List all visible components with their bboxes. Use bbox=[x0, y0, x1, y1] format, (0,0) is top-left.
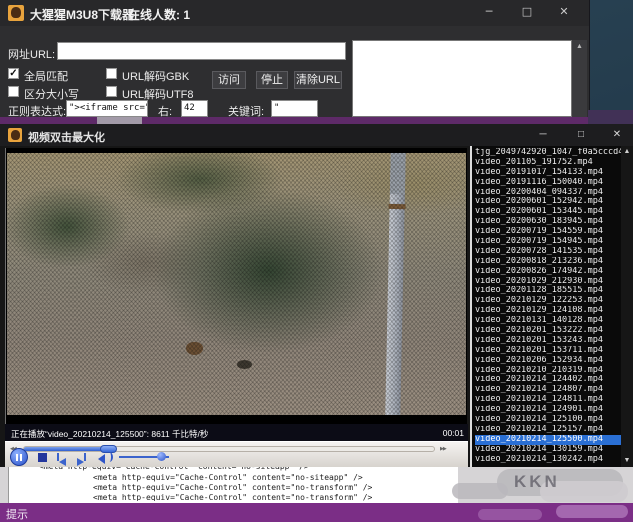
now-playing-text: 正在播放“video_20210214_125500”: 8611 千比特/秒 bbox=[11, 428, 208, 440]
main-window: 大猩猩M3U8下载器 在线人数: 1 ─ □ ✕ 网址URL: ▲ ✓ 全局匹配… bbox=[0, 0, 590, 117]
stop-playback-button[interactable] bbox=[38, 453, 47, 462]
desktop: 大猩猩M3U8下载器 在线人数: 1 ─ □ ✕ 网址URL: ▲ ✓ 全局匹配… bbox=[0, 0, 633, 522]
html-source-panel[interactable]: <meta http-equiv="Cache-Control" content… bbox=[8, 467, 458, 503]
video-titlebar[interactable]: 视频双击最大化 ─ □ ✕ bbox=[0, 124, 633, 146]
url-input[interactable] bbox=[57, 42, 346, 60]
list-item[interactable]: video_20210129_122253.mp4 bbox=[475, 296, 621, 306]
minimize-icon[interactable]: ─ bbox=[528, 124, 558, 146]
list-item[interactable]: video_20210214_125157.mp4 bbox=[475, 425, 621, 435]
regex-input[interactable]: "><iframe src=" bbox=[66, 100, 148, 117]
results-scrollbar[interactable]: ▲ bbox=[572, 40, 587, 117]
scroll-up-icon[interactable]: ▲ bbox=[621, 148, 633, 155]
scroll-up-icon[interactable]: ▲ bbox=[572, 43, 587, 50]
volume-thumb[interactable] bbox=[157, 452, 166, 461]
status-bar: 提示 bbox=[0, 503, 633, 522]
bottom-panel: <meta http-equiv="Cache-Control" content… bbox=[0, 467, 633, 503]
mesh-net-overlay bbox=[7, 153, 466, 415]
list-item[interactable]: video_20210214_125500.mp4 bbox=[475, 435, 621, 445]
list-item[interactable]: video_20210214_124901.mp4 bbox=[475, 405, 621, 415]
list-item[interactable]: tjg_2049742920_1047_f0a5cccd49 bbox=[475, 148, 621, 158]
video-display[interactable] bbox=[5, 148, 467, 424]
results-textarea[interactable] bbox=[352, 40, 572, 117]
file-list-scrollbar[interactable]: ▲ ▼ bbox=[621, 146, 633, 467]
list-item[interactable]: video_20210129_124108.mp4 bbox=[475, 306, 621, 316]
close-icon[interactable]: ✕ bbox=[602, 124, 632, 146]
list-item[interactable]: video_20200818_213236.mp4 bbox=[475, 257, 621, 267]
list-item[interactable]: video_20191017_154133.mp4 bbox=[475, 168, 621, 178]
watermark-blob bbox=[452, 483, 508, 499]
list-item[interactable]: video_20210214_125100.mp4 bbox=[475, 415, 621, 425]
maximize-icon[interactable]: □ bbox=[512, 0, 542, 24]
desktop-purple-block bbox=[588, 110, 633, 124]
watermark-text: KKN bbox=[514, 472, 560, 492]
keyword-input[interactable]: " bbox=[271, 100, 318, 117]
list-item[interactable]: video_20200719_154559.mp4 bbox=[475, 227, 621, 237]
list-item[interactable]: video_20210214_130159.mp4 bbox=[475, 445, 621, 455]
seek-bar[interactable] bbox=[23, 446, 435, 452]
code-line-clipped: <meta http-equiv="Cache-Control" content… bbox=[9, 493, 458, 501]
list-item[interactable]: video_20210201_153243.mp4 bbox=[475, 336, 621, 346]
maximize-icon[interactable]: □ bbox=[566, 124, 596, 146]
list-item[interactable]: video_20210206_152934.mp4 bbox=[475, 356, 621, 366]
playback-status-bar: 正在播放“video_20210214_125500”: 8611 千比特/秒 … bbox=[5, 424, 468, 441]
checkbox-global-match[interactable]: ✓ bbox=[8, 68, 19, 79]
video-frame bbox=[7, 153, 466, 415]
video-window-title: 视频双击最大化 bbox=[28, 129, 105, 145]
elapsed-time: 00:01 bbox=[443, 428, 464, 438]
list-item[interactable]: video_20200404_094337.mp4 bbox=[475, 188, 621, 198]
pause-button[interactable] bbox=[10, 448, 28, 466]
list-item[interactable]: video_20200719_154945.mp4 bbox=[475, 237, 621, 247]
checkbox-global-match-label: 全局匹配 bbox=[24, 68, 68, 84]
list-item[interactable]: video_20200826_174942.mp4 bbox=[475, 267, 621, 277]
checkbox-case-sensitive[interactable] bbox=[8, 86, 19, 97]
list-item[interactable]: video_20210214_124811.mp4 bbox=[475, 395, 621, 405]
strip-segment bbox=[97, 117, 142, 124]
list-item[interactable]: video_20191116_150040.mp4 bbox=[475, 178, 621, 188]
scroll-down-icon[interactable]: ▼ bbox=[621, 457, 633, 464]
seek-forward-icon[interactable]: ▶▶ bbox=[440, 446, 446, 452]
list-item[interactable]: video_20200601_152942.mp4 bbox=[475, 197, 621, 207]
list-item[interactable]: video_20200601_153445.mp4 bbox=[475, 207, 621, 217]
stop-button[interactable]: 停止 bbox=[256, 71, 288, 89]
clear-url-button[interactable]: 清除URL bbox=[294, 71, 342, 89]
gorilla-app-icon bbox=[8, 128, 22, 142]
right-offset-input[interactable]: 42 bbox=[181, 100, 208, 117]
minimize-icon[interactable]: ─ bbox=[474, 0, 504, 24]
list-item[interactable]: video_20200630_183945.mp4 bbox=[475, 217, 621, 227]
volume-icon[interactable] bbox=[98, 452, 112, 462]
list-item[interactable]: video_20210201_153222.mp4 bbox=[475, 326, 621, 336]
visit-button[interactable]: 访问 bbox=[212, 71, 246, 89]
player-control-bar: ◀◀ ▶▶ bbox=[5, 441, 468, 467]
code-line: <meta http-equiv="Cache-Control" content… bbox=[9, 483, 458, 493]
watermark-blob bbox=[478, 509, 542, 520]
list-item[interactable]: video_20210214_124807.mp4 bbox=[475, 385, 621, 395]
checkbox-url-decode-gbk[interactable] bbox=[106, 68, 117, 79]
list-item[interactable]: video_20201128_185515.mp4 bbox=[475, 286, 621, 296]
checkbox-url-decode-utf8[interactable] bbox=[106, 86, 117, 97]
list-item[interactable]: video_20210201_153711.mp4 bbox=[475, 346, 621, 356]
gorilla-app-icon bbox=[8, 5, 24, 21]
main-titlebar[interactable]: 大猩猩M3U8下载器 在线人数: 1 ─ □ ✕ bbox=[0, 0, 589, 26]
video-file-list[interactable]: tjg_2049742920_1047_f0a5cccd49video_2011… bbox=[470, 146, 633, 467]
checkbox-url-decode-gbk-label: URL解码GBK bbox=[122, 68, 189, 84]
watermark-blob bbox=[556, 505, 628, 518]
list-item[interactable]: video_20210131_140128.mp4 bbox=[475, 316, 621, 326]
list-item[interactable]: video_20200728_141535.mp4 bbox=[475, 247, 621, 257]
main-window-bottom-strip bbox=[0, 117, 590, 124]
list-item[interactable]: video_201105_191752.mp4 bbox=[475, 158, 621, 168]
url-label: 网址URL: bbox=[8, 46, 55, 62]
code-line: <meta http-equiv="Cache-Control" content… bbox=[9, 473, 458, 483]
online-count-label: 在线人数: 1 bbox=[128, 6, 190, 23]
list-item[interactable]: video_20210214_124402.mp4 bbox=[475, 375, 621, 385]
close-icon[interactable]: ✕ bbox=[549, 0, 579, 24]
status-bar-label: 提示 bbox=[6, 506, 28, 522]
seek-progress bbox=[24, 447, 106, 451]
list-item[interactable]: video_20210210_210319.mp4 bbox=[475, 366, 621, 376]
list-item[interactable]: video_20210214_130242.mp4 bbox=[475, 455, 621, 465]
list-item[interactable]: video_20201029_212930.mp4 bbox=[475, 277, 621, 287]
video-window: 视频双击最大化 ─ □ ✕ 正在播放“video_20210214_125500… bbox=[0, 124, 633, 467]
main-window-title: 大猩猩M3U8下载器 bbox=[30, 6, 134, 23]
